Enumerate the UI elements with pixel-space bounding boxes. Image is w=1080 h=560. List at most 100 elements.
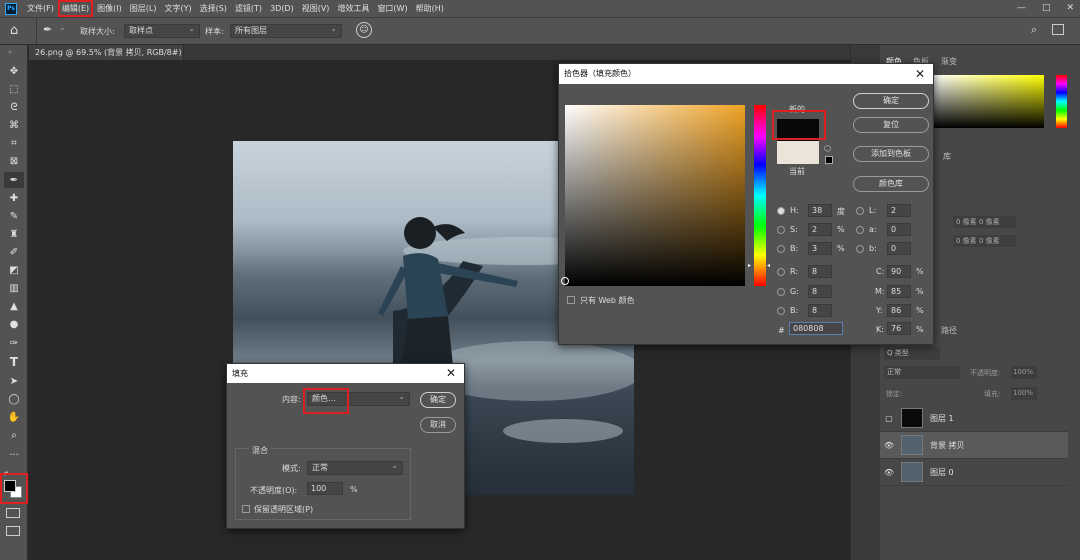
h-input[interactable]: 38: [808, 204, 832, 217]
menu-filter[interactable]: 滤镜(T): [231, 0, 266, 17]
hand-tool-icon[interactable]: ✋: [4, 409, 24, 425]
layer-row[interactable]: ▢ 图层 1: [880, 405, 1068, 432]
a-input[interactable]: 0: [887, 223, 911, 236]
menu-layer[interactable]: 图层(L): [126, 0, 161, 17]
current-color-swatch[interactable]: [777, 141, 819, 164]
web-safe-swatch[interactable]: [825, 156, 833, 164]
s-input[interactable]: 2: [808, 223, 832, 236]
radio-h[interactable]: [777, 207, 785, 215]
radio-g[interactable]: [777, 288, 785, 296]
chevron-down-icon[interactable]: ⌄: [59, 23, 66, 32]
b-input[interactable]: 3: [808, 242, 832, 255]
menu-file[interactable]: 文件(F): [23, 0, 58, 17]
collapse-icon[interactable]: »: [8, 48, 12, 56]
menu-view[interactable]: 视图(V): [298, 0, 334, 17]
search-icon[interactable]: ⌕: [1031, 23, 1037, 37]
r-input[interactable]: 8: [808, 265, 832, 278]
home-icon[interactable]: ⌂: [10, 23, 18, 38]
brush-tool-icon[interactable]: ✎: [4, 208, 24, 224]
eyedropper-icon[interactable]: ✒: [43, 23, 52, 36]
saturation-brightness-field[interactable]: [561, 105, 745, 286]
radio-b[interactable]: [777, 245, 785, 253]
eraser-tool-icon[interactable]: ◩: [4, 262, 24, 278]
hue-slider[interactable]: [754, 105, 766, 286]
menu-window[interactable]: 窗口(W): [373, 0, 411, 17]
tab-gradients[interactable]: 渐变: [941, 56, 957, 67]
fill-cancel-button[interactable]: 取消: [420, 417, 456, 433]
menu-3d[interactable]: 3D(D): [266, 0, 298, 17]
menu-type[interactable]: 文字(Y): [160, 0, 195, 17]
close-window-button[interactable]: ✕: [1066, 0, 1074, 17]
fill-ok-button[interactable]: 确定: [420, 392, 456, 408]
document-tab[interactable]: 26.png @ 69.5% (背景 拷贝, RGB/8#) *: [29, 45, 188, 60]
quick-select-tool-icon[interactable]: ⌘: [4, 117, 24, 133]
type-tool-icon[interactable]: T: [4, 354, 24, 370]
quick-mask-icon[interactable]: [6, 508, 20, 518]
blend-mode-select[interactable]: 正常: [884, 366, 960, 379]
menu-plugins[interactable]: 增效工具: [333, 0, 373, 17]
lab-b-input[interactable]: 0: [887, 242, 911, 255]
path-select-tool-icon[interactable]: ➤: [4, 373, 24, 389]
menu-edit[interactable]: 编辑(E): [57, 0, 94, 17]
visibility-toggle[interactable]: ▢: [880, 414, 898, 423]
frame-tool-icon[interactable]: ⊠: [4, 153, 24, 169]
healing-brush-tool-icon[interactable]: ✚: [4, 190, 24, 206]
screen-mode-icon[interactable]: [6, 526, 20, 536]
layer-row[interactable]: 👁 图层 0: [880, 459, 1068, 486]
sample-size-select[interactable]: 取样点: [124, 23, 200, 38]
marquee-tool-icon[interactable]: ⬚: [4, 81, 24, 97]
hue-slider-right-arrow[interactable]: ◂: [767, 262, 770, 269]
color-libraries-button[interactable]: 颜色库: [853, 176, 929, 192]
l-input[interactable]: 2: [887, 204, 911, 217]
radio-blue[interactable]: [777, 307, 785, 315]
radio-l[interactable]: [856, 207, 864, 215]
color-hue-slider[interactable]: [1056, 75, 1067, 128]
eye-icon[interactable]: 👁: [880, 441, 898, 450]
workspace-icon[interactable]: [1052, 24, 1064, 35]
eye-icon[interactable]: 👁: [880, 468, 898, 477]
y-input[interactable]: 86: [887, 304, 911, 317]
more-tools-icon[interactable]: ···: [4, 447, 24, 463]
mode-select[interactable]: 正常: [307, 460, 403, 475]
prop-input[interactable]: 0 像素: [976, 235, 1016, 247]
hue-slider-left-arrow[interactable]: ▸: [748, 262, 751, 269]
zoom-tool-icon[interactable]: ⌕: [4, 427, 24, 443]
menu-select[interactable]: 选择(S): [196, 0, 231, 17]
lasso-tool-icon[interactable]: ᘓ: [4, 99, 24, 115]
g-input[interactable]: 8: [808, 285, 832, 298]
move-tool-icon[interactable]: ✥: [4, 63, 24, 79]
dodge-tool-icon[interactable]: ●: [4, 316, 24, 332]
ellipse-tool-icon[interactable]: ◯: [4, 391, 24, 407]
reset-button[interactable]: 复位: [853, 117, 929, 133]
close-icon[interactable]: ✕: [446, 365, 456, 381]
opacity-input[interactable]: 100: [307, 482, 343, 495]
close-icon[interactable]: ✕: [915, 66, 925, 82]
blur-tool-icon[interactable]: ▲: [4, 298, 24, 314]
radio-a[interactable]: [856, 226, 864, 234]
ok-button[interactable]: 确定: [853, 93, 929, 109]
web-only-checkbox[interactable]: [567, 296, 575, 304]
k-input[interactable]: 76: [887, 322, 911, 335]
radio-lab-b[interactable]: [856, 245, 864, 253]
m-input[interactable]: 85: [887, 285, 911, 298]
sampling-ring-icon[interactable]: ☺: [356, 22, 372, 38]
pen-tool-icon[interactable]: ✑: [4, 335, 24, 351]
color-cursor[interactable]: [561, 277, 569, 285]
eyedropper-tool-icon[interactable]: ✒: [4, 172, 24, 188]
layer-row[interactable]: 👁 背景 拷贝: [880, 432, 1068, 459]
gradient-tool-icon[interactable]: ▥: [4, 280, 24, 296]
maximize-button[interactable]: □: [1042, 0, 1051, 17]
crop-tool-icon[interactable]: ⌗: [4, 135, 24, 151]
prop-input[interactable]: 0 像素: [976, 216, 1016, 228]
history-brush-tool-icon[interactable]: ✐: [4, 244, 24, 260]
tab-paths[interactable]: 路径: [941, 325, 957, 336]
add-to-swatches-button[interactable]: 添加到色板: [853, 146, 929, 162]
minimize-button[interactable]: —: [1017, 0, 1026, 17]
hex-input[interactable]: 080808: [789, 322, 843, 335]
clone-stamp-tool-icon[interactable]: ♜: [4, 226, 24, 242]
tab-libraries[interactable]: 库: [943, 151, 951, 162]
preserve-transparency-checkbox[interactable]: [242, 505, 250, 513]
layer-filter-select[interactable]: Q 类型: [884, 347, 940, 360]
menu-help[interactable]: 帮助(H): [412, 0, 448, 17]
radio-r[interactable]: [777, 268, 785, 276]
